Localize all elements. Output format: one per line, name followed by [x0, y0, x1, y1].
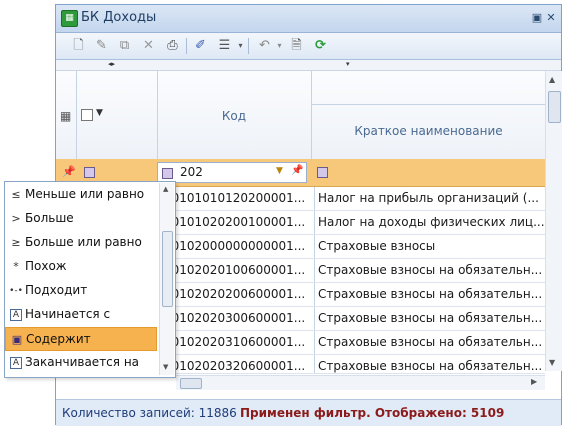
cell-code: 00101020200100001...	[164, 215, 306, 229]
menu-item-label: Похож	[25, 259, 67, 273]
menu-item-label: Меньше или равно	[25, 187, 145, 201]
starts-with-icon: A	[10, 309, 22, 321]
cell-code: 00102020200600001...	[164, 287, 306, 301]
cell-name: Страховые взносы на обязательн...	[314, 355, 544, 373]
greater-equal-icon: ≥	[11, 236, 21, 249]
cell-code: 00102000000000001...	[164, 239, 306, 253]
record-count: Количество записей: 11886	[62, 406, 237, 420]
filter-operator-menu: ≤ Меньше или равно > Больше ≥ Больше или ра…	[4, 181, 176, 378]
print-icon[interactable]: ⎙	[164, 37, 181, 54]
scroll-right-icon[interactable]: ▶	[531, 377, 537, 386]
copy-icon[interactable]: ⧉	[116, 37, 133, 54]
toolbar-separator	[186, 38, 187, 54]
vertical-scrollbar[interactable]: ▲ ▼	[545, 71, 562, 371]
cell-code: 00102020310600001...	[164, 335, 306, 349]
cell-name: Страховые взносы на обязательн...	[314, 283, 544, 306]
delete-icon[interactable]: ✕	[140, 37, 157, 54]
column-divider	[76, 71, 77, 159]
menu-item-label: Содержит	[26, 332, 91, 346]
preview-icon[interactable]: 🗎	[288, 37, 305, 54]
grid-settings-icon[interactable]: ▦	[60, 109, 71, 123]
menu-item-label: Больше или равно	[25, 235, 142, 249]
menu-item-greater-or-equal[interactable]: ≥ Больше или равно	[5, 231, 157, 255]
filter-checkbox[interactable]	[84, 167, 95, 178]
toolbar: 🗋 ✎ ⧉ ✕ ⎙ ✐ ☰ ▾ ↶ ▾ 🗎 ⟳	[56, 33, 561, 60]
chevron-down-icon[interactable]: ▾	[346, 60, 350, 68]
cell-code: 00101010120200001...	[164, 191, 306, 205]
scroll-thumb[interactable]	[548, 91, 561, 123]
select-all-checkbox[interactable]	[81, 109, 93, 121]
chevron-down-icon[interactable]: ▾	[271, 37, 288, 54]
new-icon[interactable]: 🗋	[70, 37, 87, 54]
menu-scrollbar[interactable]: ▲ ▼	[159, 183, 174, 375]
splitter-handle-icon[interactable]: ◂▸	[108, 60, 115, 68]
menu-item-less-or-equal[interactable]: ≤ Меньше или равно	[5, 183, 157, 207]
pin-icon[interactable]: 📌	[291, 165, 303, 176]
wildcard-icon: *	[13, 260, 19, 273]
toolbar-separator	[248, 38, 249, 54]
cell-name: Страховые взносы на обязательн...	[314, 307, 544, 330]
column-header-code[interactable]: Код	[157, 109, 311, 123]
column-chooser-strip[interactable]: ◂▸ ▾	[56, 60, 561, 71]
menu-item-label: Начинается с	[25, 307, 111, 321]
contains-icon: ▣	[11, 333, 23, 346]
cell-name: Налог на доходы физических лиц...	[314, 211, 544, 234]
menu-item-label: Больше	[25, 211, 74, 225]
scroll-thumb[interactable]	[162, 231, 173, 307]
menu-item-matches[interactable]: •-• Подходит	[5, 279, 157, 303]
list-icon[interactable]: ☰	[216, 37, 233, 54]
menu-item-starts-with[interactable]: A Начинается с	[5, 303, 157, 327]
menu-item-greater[interactable]: > Больше	[5, 207, 157, 231]
scroll-up-icon[interactable]: ▲	[163, 185, 168, 193]
refresh-icon[interactable]: ⟳	[312, 37, 329, 54]
chevron-down-icon[interactable]: ▼	[96, 108, 103, 118]
grid-header: ▦ ▼ Код Краткое наименование	[56, 71, 545, 160]
paint-icon[interactable]: ✐	[192, 37, 209, 54]
close-button[interactable]: ✕	[544, 11, 558, 25]
header-divider	[312, 104, 545, 105]
filter-operator-icon[interactable]	[162, 168, 173, 179]
menu-item-label: Заканчивается на	[25, 355, 140, 369]
menu-item-ends-with[interactable]: A Заканчивается на	[5, 351, 157, 375]
window-title: БК Доходы	[81, 10, 157, 25]
table-icon: ▦	[61, 10, 78, 27]
cell-name: Страховые взносы на обязательн...	[314, 331, 544, 354]
less-equal-icon: ≤	[11, 188, 21, 201]
menu-item-contains[interactable]: ▣ Содержит	[5, 327, 157, 351]
scroll-thumb[interactable]	[180, 378, 202, 389]
pin-icon[interactable]: 📌	[62, 165, 76, 178]
column-header-short-name[interactable]: Краткое наименование	[312, 124, 545, 138]
edit-icon[interactable]: ✎	[93, 37, 110, 54]
cell-code: 00102020300600001...	[164, 311, 306, 325]
ends-with-icon: A	[10, 357, 22, 369]
scroll-down-icon[interactable]: ▼	[163, 363, 168, 371]
scroll-down-icon[interactable]: ▼	[549, 358, 555, 367]
filter-status: Применен фильтр. Отображено: 5109	[240, 406, 505, 420]
menu-item-like[interactable]: * Похож	[5, 255, 157, 279]
status-bar: Количество записей: 11886 Применен фильт…	[56, 399, 561, 426]
title-bar: ▦ БК Доходы ▣ ✕	[56, 5, 561, 33]
filter-checkbox[interactable]	[317, 167, 328, 178]
column-divider	[311, 71, 312, 159]
cell-code: 00102020100600001...	[164, 263, 306, 277]
chevron-down-icon[interactable]: ▼	[276, 166, 283, 176]
greater-icon: >	[11, 212, 21, 225]
cell-name: Страховые взносы	[314, 235, 544, 258]
code-filter-field[interactable]: 202 ▼ 📌	[157, 162, 307, 183]
horizontal-scrollbar[interactable]: ▶	[176, 375, 545, 390]
cell-name: Налог на прибыль организаций (...	[314, 187, 544, 210]
chevron-down-icon[interactable]: ▾	[232, 37, 249, 54]
cell-code: 00102020320600001...	[164, 359, 306, 373]
code-filter-value[interactable]: 202	[180, 165, 203, 179]
cell-name: Страховые взносы на обязательн...	[314, 259, 544, 282]
match-icon: •-•	[9, 286, 23, 296]
maximize-button[interactable]: ▣	[530, 11, 544, 25]
scroll-up-icon[interactable]: ▲	[549, 75, 555, 84]
menu-item-label: Подходит	[25, 283, 88, 297]
